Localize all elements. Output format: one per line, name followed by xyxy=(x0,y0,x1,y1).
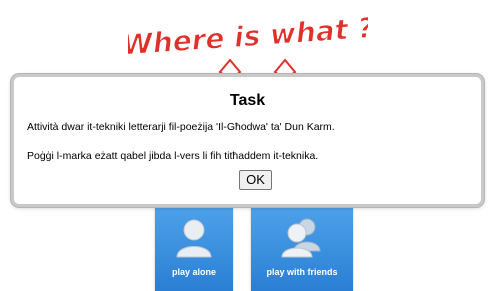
play-alone-label: play alone xyxy=(171,267,216,277)
task-dialog: Task Attività dwar it-tekniki letterarji… xyxy=(11,74,484,207)
app-logo: Where is what ? xyxy=(128,8,368,64)
logo-wordmark: Where is what ? xyxy=(128,11,368,63)
play-alone-button[interactable]: play alone xyxy=(155,203,233,291)
dialog-instruction: Poġġi l-marka eżatt qabel jibda l-vers l… xyxy=(27,150,319,162)
play-with-friends-button[interactable]: play with friends xyxy=(251,203,353,291)
play-with-friends-label: play with friends xyxy=(266,267,338,277)
dialog-title: Task xyxy=(229,92,266,109)
dialog-description: Attività dwar it-tekniki letterarji fil-… xyxy=(27,121,335,133)
logo-text: Where is what ? xyxy=(128,11,368,62)
ok-button[interactable]: OK xyxy=(239,170,272,190)
multi-user-icon xyxy=(280,217,324,264)
single-user-icon xyxy=(175,217,213,264)
